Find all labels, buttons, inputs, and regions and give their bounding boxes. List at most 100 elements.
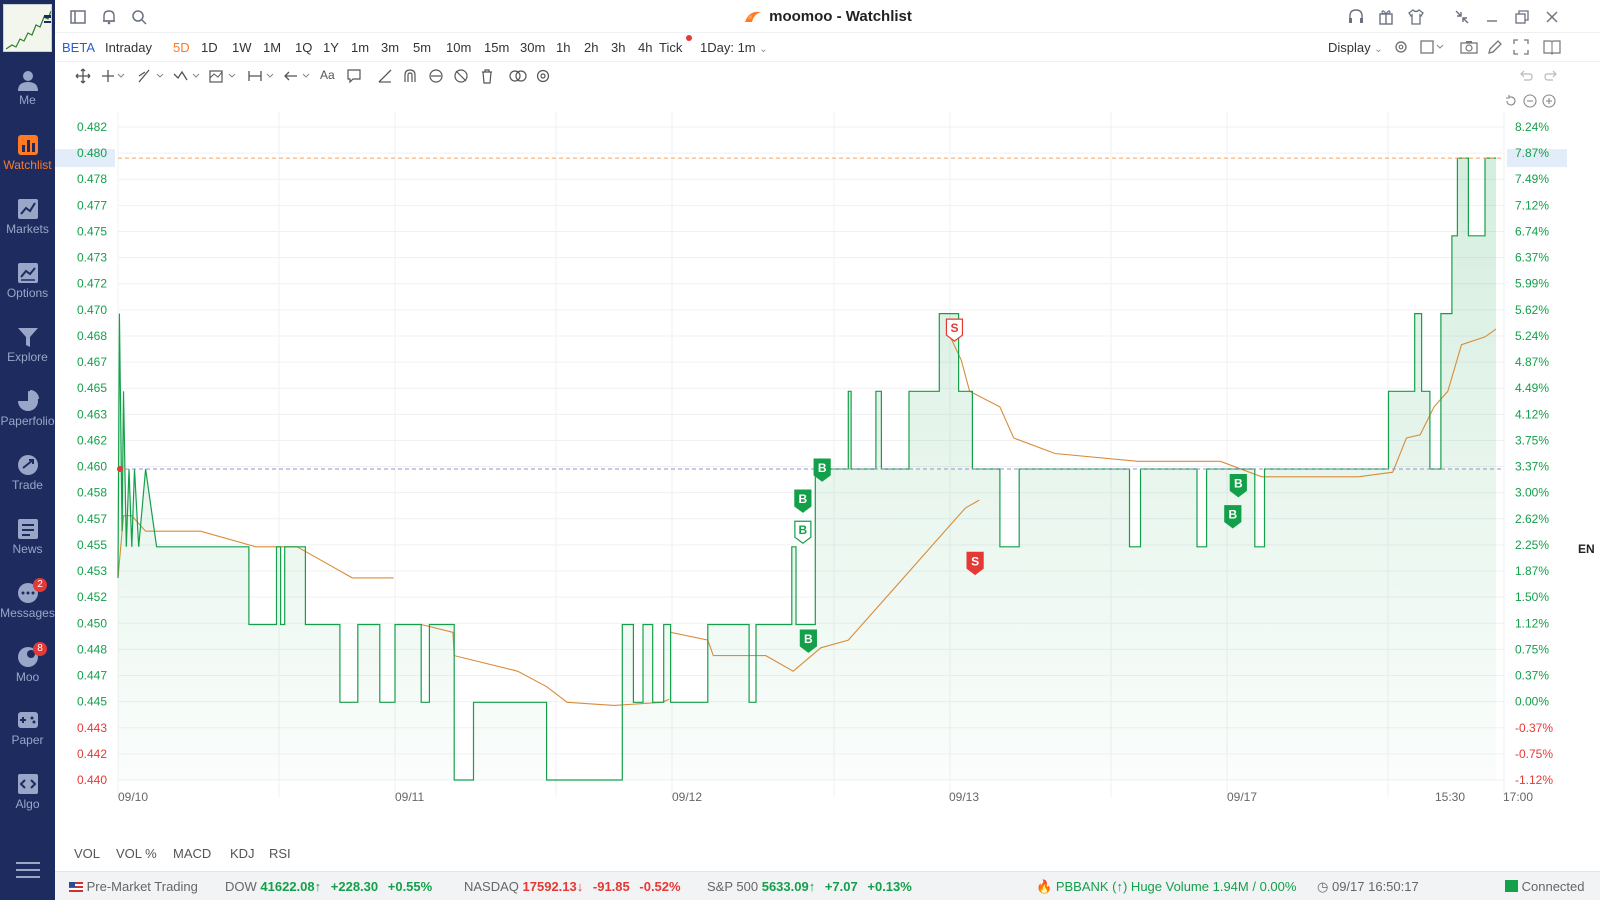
notification-badge: 2 bbox=[33, 578, 47, 592]
period-15m[interactable]: 15m bbox=[484, 40, 509, 55]
compare-icon[interactable] bbox=[509, 68, 527, 84]
ime-indicator: EN bbox=[1578, 542, 1595, 556]
headset-icon[interactable] bbox=[1347, 8, 1365, 26]
settings-icon[interactable] bbox=[1393, 39, 1409, 55]
session-status[interactable]: Pre-Market Trading bbox=[69, 879, 198, 894]
move-icon[interactable] bbox=[75, 68, 91, 84]
interval-select[interactable]: 1Day: 1m ⌄ bbox=[700, 40, 768, 55]
x-tick-label: 09/10 bbox=[118, 790, 148, 804]
sidebar-item-options[interactable]: Options bbox=[0, 256, 55, 316]
period-1q[interactable]: 1Q bbox=[295, 40, 312, 55]
wave-icon[interactable] bbox=[173, 68, 200, 84]
sidebar-item-label: Trade bbox=[12, 478, 43, 492]
redo-icon[interactable] bbox=[1543, 68, 1559, 84]
period-intraday[interactable]: Intraday bbox=[105, 40, 152, 55]
trash-icon[interactable] bbox=[479, 68, 495, 84]
sidebar-item-messages[interactable]: Messages 2 bbox=[0, 576, 55, 636]
measure-icon[interactable] bbox=[247, 68, 274, 84]
magnet-icon[interactable] bbox=[402, 68, 418, 84]
indicator-vol[interactable]: VOL bbox=[74, 846, 100, 861]
undo-icon[interactable] bbox=[1518, 68, 1534, 84]
crosshair-icon[interactable] bbox=[100, 68, 125, 84]
sidebar-item-paper[interactable]: Paper bbox=[0, 703, 55, 763]
period-1y[interactable]: 1Y bbox=[323, 40, 339, 55]
book-icon[interactable] bbox=[1543, 39, 1561, 55]
trend-line-icon[interactable] bbox=[137, 68, 164, 84]
fire-icon: 🔥 bbox=[1036, 879, 1053, 894]
fullscreen-icon[interactable] bbox=[1513, 39, 1529, 55]
sidebar-item-explore[interactable]: Explore bbox=[0, 320, 55, 380]
toolbar-settings-icon[interactable] bbox=[535, 68, 551, 84]
period-1d[interactable]: 1D bbox=[201, 40, 218, 55]
nasdaq-ticker[interactable]: NASDAQ 17592.13↓ -91.85 -0.52% bbox=[464, 879, 681, 894]
clock: ◷ 09/17 16:50:17 bbox=[1317, 879, 1419, 895]
indicator-kdj[interactable]: KDJ bbox=[230, 846, 255, 861]
alert-text: PBBANK (↑) Huge Volume 1.94M / 0.00% bbox=[1055, 879, 1297, 894]
connection-status[interactable]: Connected bbox=[1505, 879, 1585, 894]
period-1h[interactable]: 1h bbox=[556, 40, 570, 55]
trade-icon bbox=[0, 454, 55, 476]
sidebar-item-watchlist[interactable]: Watchlist bbox=[0, 128, 55, 188]
buy-marker[interactable]: B bbox=[794, 489, 812, 513]
indicator-rsi[interactable]: RSI bbox=[269, 846, 291, 861]
period-30m[interactable]: 30m bbox=[520, 40, 545, 55]
gamepad-icon bbox=[0, 709, 55, 731]
camera-icon[interactable] bbox=[1460, 39, 1478, 55]
period-1m[interactable]: 1m bbox=[351, 40, 369, 55]
sidebar-item-me[interactable]: Me bbox=[0, 63, 55, 123]
buy-marker[interactable]: B bbox=[794, 520, 812, 544]
pencil-icon[interactable] bbox=[1487, 39, 1503, 55]
zoom-in-icon[interactable] bbox=[1542, 94, 1556, 111]
indicator-macd[interactable]: MACD bbox=[173, 846, 211, 861]
period-3m[interactable]: 3m bbox=[381, 40, 399, 55]
sidebar-item-moo[interactable]: Moo 8 bbox=[0, 640, 55, 700]
sidebar-item-news[interactable]: News bbox=[0, 512, 55, 572]
y-right-tick-label: 7.12% bbox=[1515, 198, 1549, 212]
layout-icon[interactable] bbox=[1420, 39, 1444, 55]
sidebar-item-algo[interactable]: Algo bbox=[0, 767, 55, 827]
close-icon[interactable] bbox=[1543, 8, 1561, 26]
arrow-icon[interactable] bbox=[283, 68, 310, 84]
clock-icon: ◷ bbox=[1317, 879, 1329, 894]
period-5d[interactable]: 5D bbox=[173, 40, 190, 55]
y-right-tick-label: 3.37% bbox=[1515, 460, 1549, 474]
lock-drawing-icon[interactable] bbox=[428, 68, 444, 84]
sidebar-item-markets[interactable]: Markets bbox=[0, 192, 55, 252]
shirt-icon[interactable] bbox=[1407, 8, 1425, 26]
nasdaq-name: NASDAQ bbox=[464, 879, 519, 894]
restore-icon[interactable] bbox=[1513, 8, 1531, 26]
period-5m[interactable]: 5m bbox=[413, 40, 431, 55]
menu-icon[interactable] bbox=[16, 860, 40, 880]
y-tick-label: 0.477 bbox=[77, 198, 107, 212]
period-tick[interactable]: Tick bbox=[659, 40, 682, 55]
stock-thumbnail[interactable] bbox=[3, 4, 52, 52]
pattern-icon[interactable] bbox=[209, 68, 236, 84]
chart-canvas[interactable]: 0.482 8.24% 0.480 7.87% 0.478 7.49% 0.477 7.12%… bbox=[55, 90, 1600, 840]
period-4h[interactable]: 4h bbox=[638, 40, 652, 55]
dow-pct: +0.55% bbox=[387, 879, 433, 894]
text-tool-icon[interactable]: Aa bbox=[320, 68, 336, 84]
minimize-icon[interactable] bbox=[1483, 8, 1501, 26]
sidebar-item-trade[interactable]: Trade bbox=[0, 448, 55, 508]
period-1w[interactable]: 1W bbox=[232, 40, 252, 55]
sp500-ticker[interactable]: S&P 500 5633.09↑ +7.07 +0.13% bbox=[707, 879, 912, 894]
chart-reset-icon[interactable] bbox=[1504, 94, 1518, 111]
period-2h[interactable]: 2h bbox=[584, 40, 598, 55]
price-chart[interactable]: 0.482 8.24% 0.480 7.87% 0.478 7.49% 0.477 7.12%… bbox=[55, 90, 1600, 840]
ruler-icon[interactable] bbox=[377, 68, 393, 84]
period-3h[interactable]: 3h bbox=[611, 40, 625, 55]
hide-drawing-icon[interactable] bbox=[453, 68, 469, 84]
period-1m[interactable]: 1M bbox=[263, 40, 281, 55]
dow-ticker[interactable]: DOW 41622.08↑ +228.30 +0.55% bbox=[225, 879, 432, 894]
period-10m[interactable]: 10m bbox=[446, 40, 471, 55]
comment-icon[interactable] bbox=[346, 68, 362, 84]
zoom-out-icon[interactable] bbox=[1523, 94, 1537, 111]
sidebar-item-paperfolio[interactable]: Paperfolio bbox=[0, 384, 55, 444]
gift-icon[interactable] bbox=[1377, 8, 1395, 26]
collapse-icon[interactable] bbox=[1453, 8, 1471, 26]
nasdaq-change: -91.85 bbox=[592, 879, 630, 894]
alert-ticker[interactable]: 🔥 PBBANK (↑) Huge Volume 1.94M / 0.00% bbox=[1036, 879, 1296, 895]
display-dropdown[interactable]: Display ⌄ bbox=[1328, 40, 1383, 55]
indicator-vol-[interactable]: VOL % bbox=[116, 846, 157, 861]
y-right-tick-label: -0.37% bbox=[1515, 721, 1553, 735]
